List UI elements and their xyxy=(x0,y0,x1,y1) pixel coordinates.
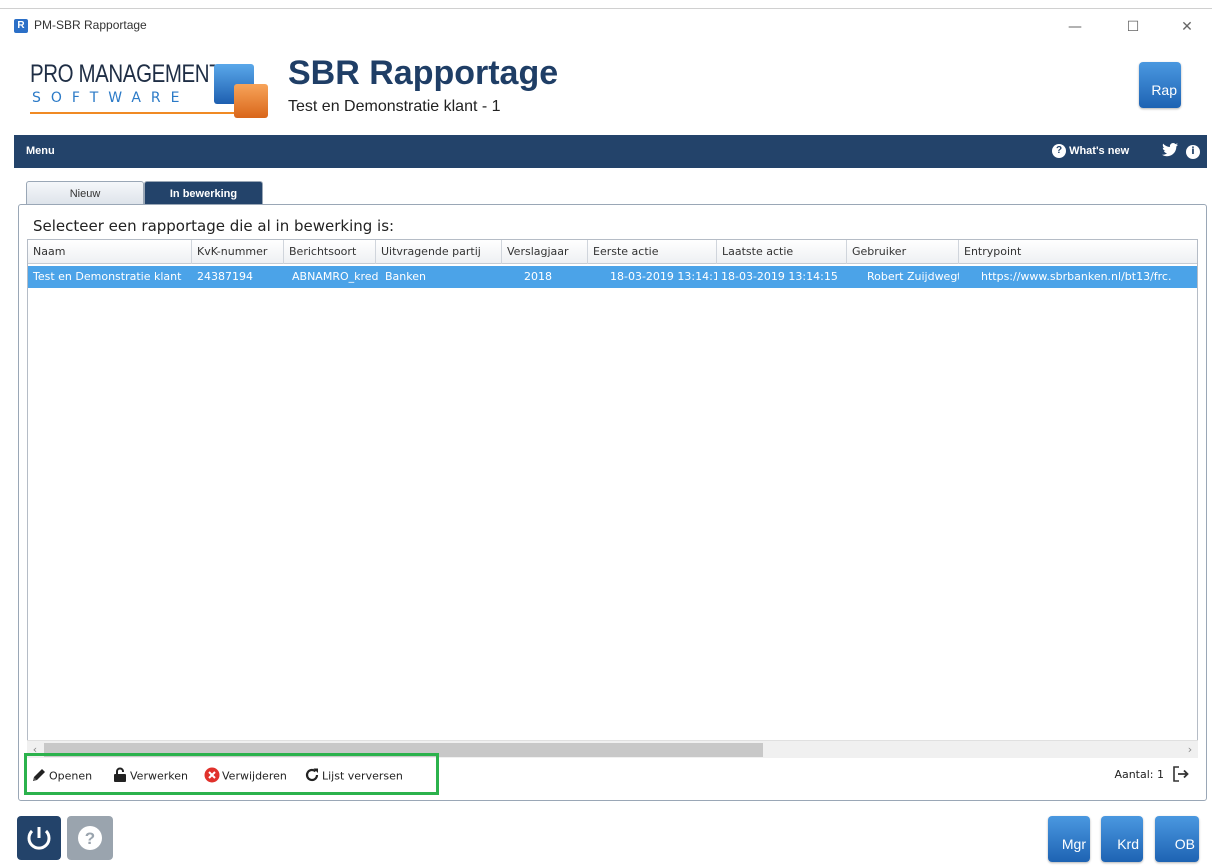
delete-button[interactable]: Verwijderen xyxy=(204,767,287,786)
column-header-laatste-actie[interactable]: Laatste actie xyxy=(717,240,847,264)
column-header-uitvragende-partij[interactable]: Uitvragende partij xyxy=(376,240,502,264)
close-button[interactable]: ✕ xyxy=(1164,13,1210,41)
client-subtitle: Test en Demonstratie klant - 1 xyxy=(288,98,501,115)
menu-bar: Menu ? What's new i xyxy=(14,135,1207,168)
unlock-icon xyxy=(112,767,128,786)
cell-kvk: 24387194 xyxy=(197,270,253,283)
tab-nieuw[interactable]: Nieuw xyxy=(26,181,144,205)
process-label: Verwerken xyxy=(130,769,188,783)
cell-laatste-actie: 18-03-2019 13:14:15 xyxy=(721,270,838,283)
whats-new-label: What's new xyxy=(1069,144,1130,157)
delete-label: Verwijderen xyxy=(222,769,287,783)
delete-x-icon xyxy=(204,767,220,786)
cell-uitvragende-partij: Banken xyxy=(385,270,426,283)
cell-entrypoint: https://www.sbrbanken.nl/bt13/frc. xyxy=(981,270,1172,283)
info-icon[interactable]: i xyxy=(1186,144,1200,159)
open-button[interactable]: Openen xyxy=(31,767,92,786)
window-title: PM-SBR Rapportage xyxy=(34,18,147,32)
logo-cube-orange xyxy=(234,84,268,118)
company-logo: PRO MANAGEMENT SOFTWARE xyxy=(30,60,270,130)
tab-in-bewerking[interactable]: In bewerking xyxy=(144,181,263,205)
refresh-icon xyxy=(304,767,320,786)
twitter-icon[interactable] xyxy=(1162,143,1178,161)
refresh-label: Lijst verversen xyxy=(322,769,403,783)
report-panel: Selecteer een rapportage die al in bewer… xyxy=(18,204,1207,801)
cell-berichtsoort: ABNAMRO_kred xyxy=(292,270,379,283)
krd-tile-button[interactable]: Krd xyxy=(1101,816,1143,862)
export-exit-icon[interactable] xyxy=(1172,765,1190,787)
column-header-verslagjaar[interactable]: Verslagjaar xyxy=(502,240,588,264)
scroll-right-icon[interactable]: › xyxy=(1182,742,1198,758)
window-titlebar: R PM-SBR Rapportage — ☐ ✕ xyxy=(0,8,1212,42)
column-header-naam[interactable]: Naam xyxy=(28,240,192,264)
power-icon xyxy=(27,827,51,850)
column-header-entrypoint[interactable]: Entrypoint xyxy=(959,240,1197,264)
table-header: Naam KvK-nummer Berichtsoort Uitvragende… xyxy=(28,240,1197,264)
ob-tile-button[interactable]: OB xyxy=(1155,816,1199,862)
logo-text-top: PRO MANAGEMENT xyxy=(30,60,222,88)
page-title: SBR Rapportage xyxy=(288,54,559,92)
reports-table: Naam KvK-nummer Berichtsoort Uitvragende… xyxy=(27,239,1198,757)
rap-tile-button[interactable]: Rap xyxy=(1139,62,1181,108)
app-icon: R xyxy=(14,19,28,33)
cell-gebruiker: Robert Zuijdwegt xyxy=(867,270,959,283)
cell-verslagjaar: 2018 xyxy=(524,270,552,283)
logo-text-bottom: SOFTWARE xyxy=(32,90,190,106)
column-header-berichtsoort[interactable]: Berichtsoort xyxy=(284,240,376,264)
menu-button[interactable]: Menu xyxy=(26,145,55,157)
logo-underline xyxy=(30,112,240,114)
table-row[interactable]: Test en Demonstratie klant 24387194 ABNA… xyxy=(28,266,1197,288)
svg-text:?: ? xyxy=(85,829,95,848)
action-toolbar: Openen Verwerken Verwijderen Lijst verve… xyxy=(27,761,1198,791)
help-button[interactable]: ? xyxy=(67,816,113,860)
row-count: Aantal: 1 xyxy=(1114,768,1164,781)
panel-heading: Selecteer een rapportage die al in bewer… xyxy=(33,217,395,235)
help-icon: ? xyxy=(78,826,102,850)
whats-new-link[interactable]: ? What's new xyxy=(1052,144,1129,158)
refresh-list-button[interactable]: Lijst verversen xyxy=(304,767,403,786)
cell-eerste-actie: 18-03-2019 13:14:15 xyxy=(610,270,717,283)
column-header-eerste-actie[interactable]: Eerste actie xyxy=(588,240,717,264)
maximize-button[interactable]: ☐ xyxy=(1110,13,1156,41)
pencil-icon xyxy=(31,767,47,786)
open-label: Openen xyxy=(49,769,93,783)
column-header-gebruiker[interactable]: Gebruiker xyxy=(847,240,959,264)
mgr-tile-button[interactable]: Mgr xyxy=(1048,816,1090,862)
question-circle-icon: ? xyxy=(1052,144,1066,158)
power-button[interactable] xyxy=(17,816,61,860)
process-button[interactable]: Verwerken xyxy=(112,767,188,786)
minimize-button[interactable]: — xyxy=(1052,13,1098,41)
cell-naam: Test en Demonstratie klant xyxy=(33,270,182,283)
column-header-kvk[interactable]: KvK-nummer xyxy=(192,240,284,264)
